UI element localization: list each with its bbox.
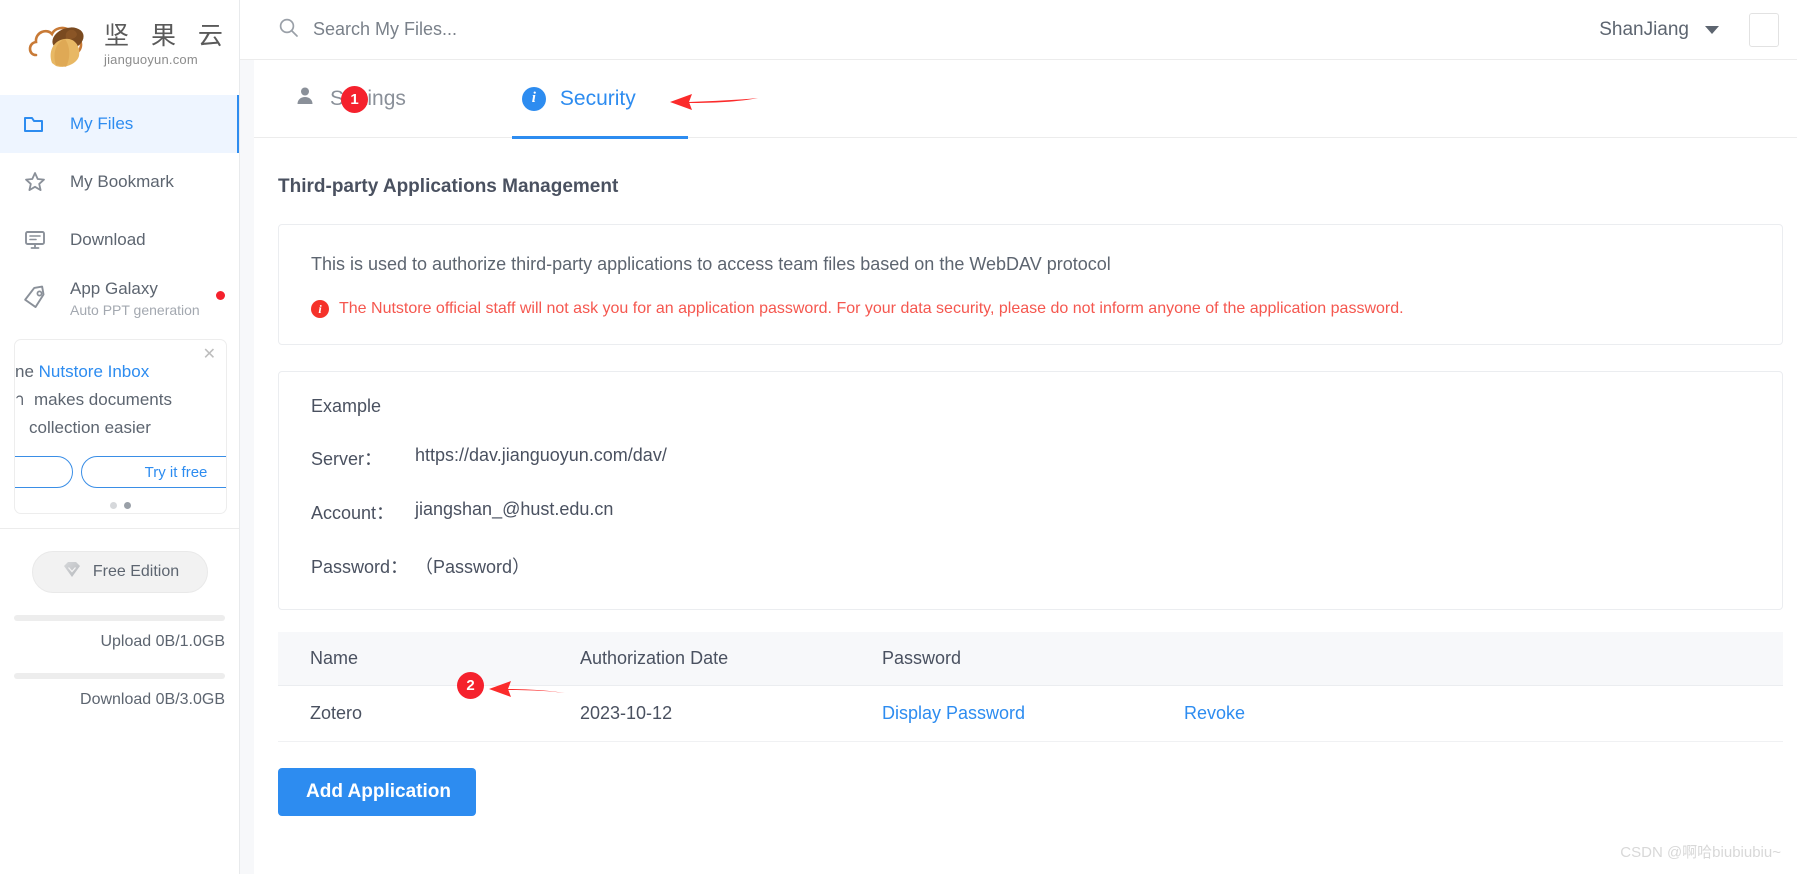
carousel-dot[interactable] xyxy=(110,502,117,509)
tag-icon xyxy=(22,285,48,311)
sidebar-nav: My Files My Bookmark Download App Galaxy… xyxy=(0,89,239,327)
tab-bar: Settings i Security xyxy=(254,60,1797,139)
main-area: ShanJiang Settings xyxy=(240,0,1797,874)
description-card: This is used to authorize third-party ap… xyxy=(278,224,1783,345)
example-value: https://dav.jianguoyun.com/dav/ xyxy=(415,445,667,465)
sidebar-item-my-files[interactable]: My Files xyxy=(0,95,239,153)
example-key: Password： xyxy=(311,557,409,577)
revoke-link[interactable]: Revoke xyxy=(1184,703,1245,723)
security-warning: i The Nutstore official staff will not a… xyxy=(311,300,1750,318)
example-card: Example Server： https://dav.jianguoyun.c… xyxy=(278,371,1783,610)
sidebar-item-my-bookmark[interactable]: My Bookmark xyxy=(0,153,239,211)
example-value: jiangshan_@hust.edu.cn xyxy=(415,499,614,519)
user-menu[interactable]: ShanJiang xyxy=(1599,19,1719,41)
example-title: Example xyxy=(311,396,382,416)
sidebar-item-sublabel: Auto PPT generation xyxy=(70,301,200,318)
example-row-server: Server： https://dav.jianguoyun.com/dav/ xyxy=(311,445,1750,471)
example-key: Server： xyxy=(311,449,383,469)
sidebar-item-label: App Galaxy xyxy=(70,278,158,298)
chevron-down-icon xyxy=(1705,25,1719,34)
promo-button-partial[interactable] xyxy=(15,456,73,488)
promo-line2-text: makes documents xyxy=(34,390,172,409)
example-row-account: Account： jiangshan_@hust.edu.cn xyxy=(311,499,1750,525)
tab-label: Security xyxy=(559,86,636,110)
brand-domain: jianguoyun.com xyxy=(104,52,198,67)
example-key: Account： xyxy=(311,503,395,523)
annotation-step-1: 1 xyxy=(341,86,368,113)
sidebar-item-label: My Files xyxy=(70,114,134,133)
folder-icon xyxy=(22,111,48,137)
security-warning-text: The Nutstore official staff will not ask… xyxy=(339,300,1404,317)
upload-progress-bar xyxy=(14,615,225,621)
promo-line2-prefix: า xyxy=(15,390,25,409)
annotation-step-2: 2 xyxy=(457,672,484,699)
download-quota-label: Download 0B/3.0GB xyxy=(80,691,225,708)
page-title: Third-party Applications Management xyxy=(278,176,619,197)
sidebar-item-label: My Bookmark xyxy=(70,172,174,191)
column-header-name: Name xyxy=(310,648,359,668)
quota-section: Upload 0B/1.0GB Download 0B/3.0GB xyxy=(0,615,239,709)
settings-panel: Settings i Security Third-party Applicat… xyxy=(254,60,1797,874)
arrow-left-icon xyxy=(668,89,760,120)
arrow-left-icon xyxy=(487,676,579,707)
cell-authorization-date: 2023-10-12 xyxy=(580,703,673,723)
plan-badge-free-edition[interactable]: Free Edition xyxy=(31,551,208,593)
acorn-cloud-logo xyxy=(26,19,98,71)
info-circle-icon: i xyxy=(311,300,329,318)
monitor-icon xyxy=(22,227,48,253)
promo-try-it-free-button[interactable]: Try it free xyxy=(81,456,226,488)
carousel-dot-active[interactable] xyxy=(124,502,131,509)
topbar-extra-button[interactable] xyxy=(1749,12,1779,47)
sidebar-divider xyxy=(0,528,239,529)
close-icon[interactable]: ✕ xyxy=(203,347,216,363)
brand-logo[interactable]: 坚 果 云 jianguoyun.com xyxy=(0,0,239,89)
promo-line3-text: collection easier xyxy=(29,418,151,437)
tab-security[interactable]: i Security xyxy=(511,60,688,139)
example-value: （Password） xyxy=(415,557,531,577)
search-input[interactable] xyxy=(313,19,743,40)
app-root: 坚 果 云 jianguoyun.com My Files My Bookmar… xyxy=(0,0,1797,874)
sidebar-item-download[interactable]: Download xyxy=(0,211,239,269)
content-scroll: Settings i Security Third-party Applicat… xyxy=(240,60,1797,874)
star-icon xyxy=(22,169,48,195)
user-name: ShanJiang xyxy=(1599,18,1689,40)
sidebar-item-app-galaxy[interactable]: App Galaxy Auto PPT generation xyxy=(0,269,239,327)
info-icon: i xyxy=(521,86,546,111)
search-box[interactable] xyxy=(278,17,1585,43)
diamond-icon xyxy=(60,559,84,586)
example-row-password: Password： （Password） xyxy=(311,553,1750,579)
search-icon xyxy=(278,17,299,43)
plan-badge-label: Free Edition xyxy=(92,563,180,580)
topbar: ShanJiang xyxy=(240,0,1797,60)
upload-quota-label: Upload 0B/1.0GB xyxy=(100,633,225,650)
promo-carousel-dots xyxy=(29,502,212,509)
sidebar: 坚 果 云 jianguoyun.com My Files My Bookmar… xyxy=(0,0,240,874)
add-application-button[interactable]: Add Application xyxy=(278,768,476,816)
notification-dot xyxy=(216,291,225,300)
promo-link-nutstore-inbox[interactable]: Nutstore Inbox xyxy=(39,362,150,381)
content-left-gutter xyxy=(240,60,254,874)
tab-settings[interactable]: Settings xyxy=(274,60,464,138)
description-text: This is used to authorize third-party ap… xyxy=(311,254,1111,274)
column-header-authorization-date: Authorization Date xyxy=(580,648,729,668)
download-progress-bar xyxy=(14,673,225,679)
promo-card: ✕ ne Nutstore Inbox า makes documents co… xyxy=(14,339,227,514)
watermark: CSDN @啊哈biubiubiu~ xyxy=(1620,844,1781,861)
column-header-password: Password xyxy=(882,648,962,668)
display-password-link[interactable]: Display Password xyxy=(882,703,1025,723)
brand-name-cn: 坚 果 云 xyxy=(104,21,230,50)
promo-line1-prefix: ne xyxy=(15,362,34,381)
person-icon xyxy=(294,85,316,113)
sidebar-item-label: Download xyxy=(70,230,146,249)
